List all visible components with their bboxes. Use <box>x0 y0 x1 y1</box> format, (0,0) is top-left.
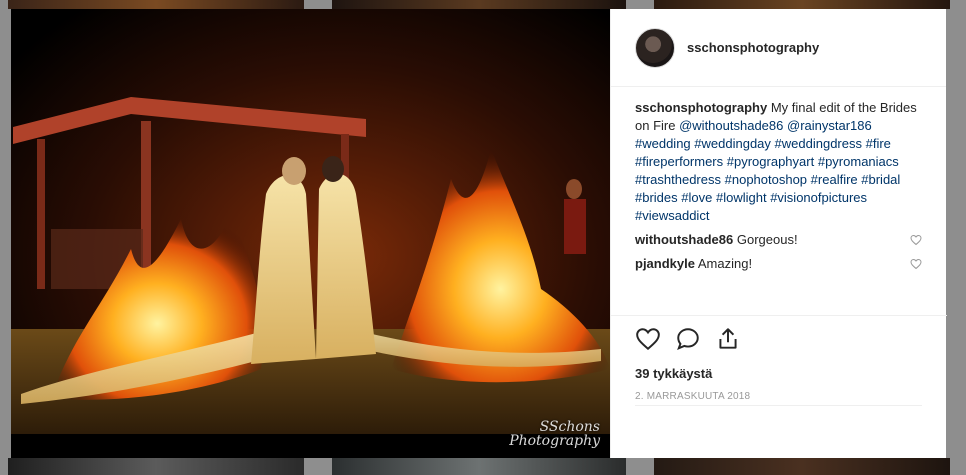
post-actions: 39 tykkäystä 2. MARRASKUUTA 2018 <box>611 315 947 402</box>
comment-content: pjandkyle Amazing! <box>635 255 752 273</box>
comment-like-icon[interactable] <box>910 234 922 246</box>
hashtag-link[interactable]: #trashthedress <box>635 172 721 187</box>
hashtag-link[interactable]: #pyromaniacs <box>818 154 899 169</box>
hashtag-link[interactable]: #realfire <box>811 172 858 187</box>
post-photo[interactable]: SSchons Photography <box>11 9 610 458</box>
watermark-line-2: Photography <box>509 433 600 449</box>
background-thumbnail[interactable] <box>332 0 626 9</box>
mention-link[interactable]: @withoutshade86 <box>679 118 783 133</box>
hashtag-link[interactable]: #lowlight <box>716 190 767 205</box>
hashtag-link[interactable]: #brides <box>635 190 678 205</box>
background-thumbnail[interactable] <box>654 458 950 475</box>
comment-text: Amazing! <box>694 256 753 271</box>
background-thumbnail[interactable] <box>332 458 626 475</box>
caption-hashtags: #wedding #weddingday #weddingdress #fire… <box>635 136 900 223</box>
comment-row: withoutshade86 Gorgeous! <box>635 231 922 249</box>
hashtag-link[interactable]: #weddingdress <box>775 136 862 151</box>
hashtag-link[interactable]: #wedding <box>635 136 691 151</box>
action-icons <box>635 316 923 358</box>
comment-content: withoutshade86 Gorgeous! <box>635 231 798 249</box>
comment-list: withoutshade86 Gorgeous! pjandkyle Amazin… <box>635 231 922 273</box>
comment-row: pjandkyle Amazing! <box>635 255 922 273</box>
photo-watermark: SSchons Photography <box>509 420 600 448</box>
comments-section: sschonsphotography My final edit of the … <box>611 87 946 313</box>
avatar[interactable] <box>635 27 675 68</box>
comment-icon[interactable] <box>675 326 701 352</box>
hashtag-link[interactable]: #weddingday <box>694 136 771 151</box>
heart-icon[interactable] <box>635 326 661 352</box>
header-username[interactable]: sschonsphotography <box>687 40 819 55</box>
add-comment-area[interactable] <box>635 405 922 445</box>
caption-username[interactable]: sschonsphotography <box>635 100 767 115</box>
hashtag-link[interactable]: #nophotoshop <box>725 172 807 187</box>
hashtag-link[interactable]: #love <box>681 190 712 205</box>
hashtag-link[interactable]: #fireperformers <box>635 154 723 169</box>
share-icon[interactable] <box>715 326 741 352</box>
background-thumbnail[interactable] <box>654 0 950 9</box>
hashtag-link[interactable]: #bridal <box>861 172 900 187</box>
comment-text: Gorgeous! <box>733 232 798 247</box>
hashtag-link[interactable]: #fire <box>866 136 891 151</box>
post-modal: SSchons Photography sschonsphotography s… <box>11 9 947 458</box>
background-thumbnail[interactable] <box>8 0 304 9</box>
post-date[interactable]: 2. MARRASKUUTA 2018 <box>635 391 923 402</box>
hashtag-link[interactable]: #viewsaddict <box>635 208 709 223</box>
post-sidebar: sschonsphotography sschonsphotography My… <box>610 9 947 458</box>
background-thumbnail[interactable] <box>8 458 304 475</box>
likes-count[interactable]: 39 tykkäystä <box>635 366 923 381</box>
brides-on-fire-image <box>11 9 610 458</box>
watermark-line-1: SSchons <box>539 419 600 435</box>
comment-like-icon[interactable] <box>910 258 922 270</box>
hashtag-link[interactable]: #visionofpictures <box>770 190 867 205</box>
comment-username[interactable]: pjandkyle <box>635 256 695 271</box>
caption-mentions: @withoutshade86 @rainystar186 <box>679 118 872 133</box>
hashtag-link[interactable]: #pyrographyart <box>727 154 814 169</box>
comment-username[interactable]: withoutshade86 <box>635 232 733 247</box>
post-header: sschonsphotography <box>611 9 946 87</box>
post-caption: sschonsphotography My final edit of the … <box>635 99 922 225</box>
mention-link[interactable]: @rainystar186 <box>787 118 872 133</box>
